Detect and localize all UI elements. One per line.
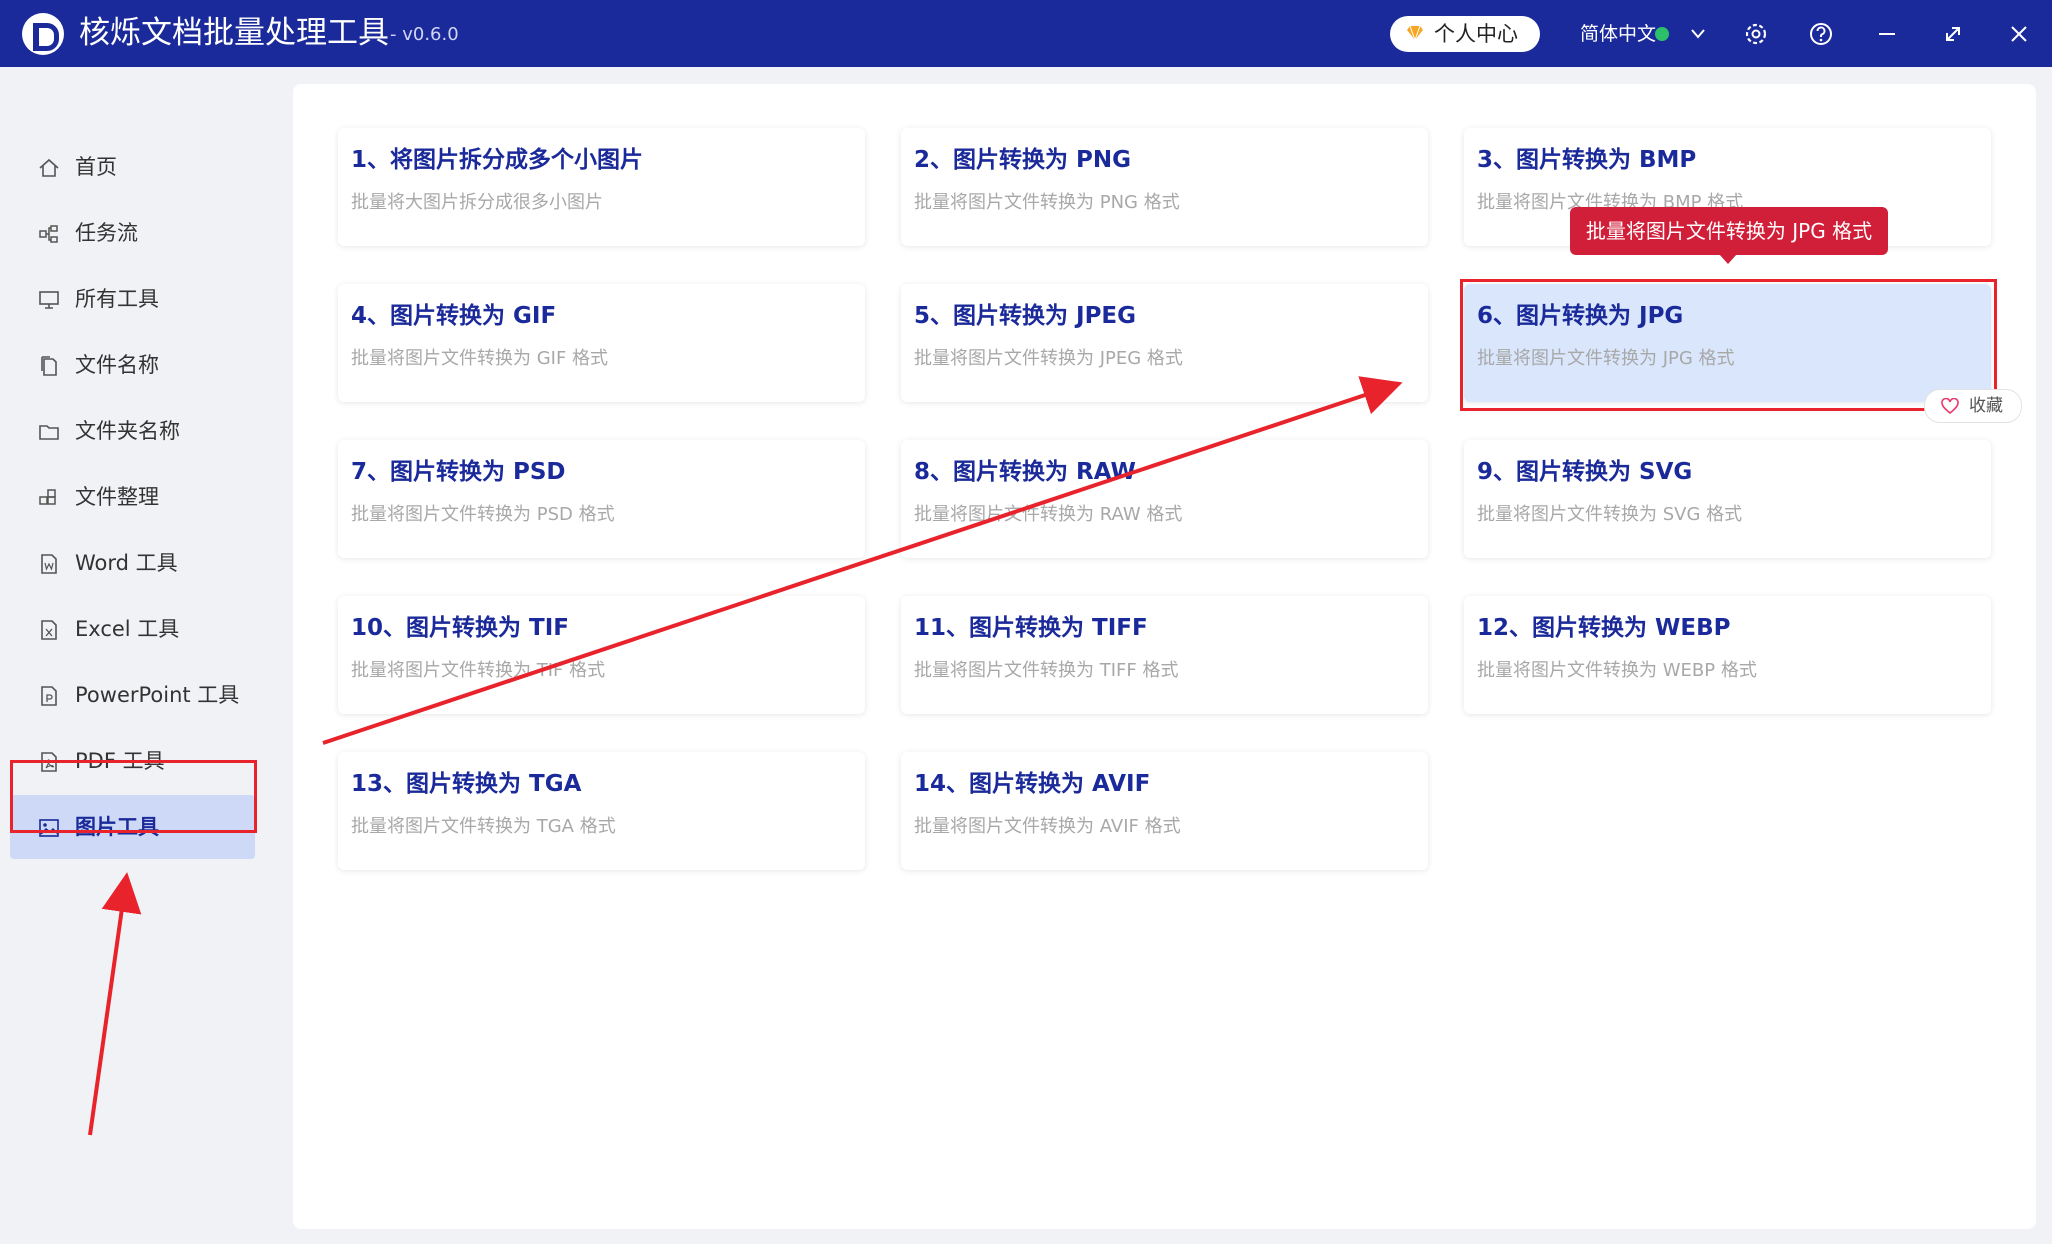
tool-card-title: 9、图片转换为 SVG xyxy=(1477,459,1693,485)
folder-icon xyxy=(39,425,59,440)
tool-card-to-psd[interactable]: 7、图片转换为 PSD 批量将图片文件转换为 PSD 格式 xyxy=(338,440,865,558)
tool-card-to-webp[interactable]: 12、图片转换为 WEBP 批量将图片文件转换为 WEBP 格式 xyxy=(1464,596,1991,714)
sidebar-item-folder-name[interactable]: 文件夹名称 xyxy=(10,399,255,463)
file-copy-icon xyxy=(41,356,57,376)
tool-card-to-jpeg[interactable]: 5、图片转换为 JPEG 批量将图片文件转换为 JPEG 格式 xyxy=(901,284,1428,402)
sidebar-item-file-name[interactable]: 文件名称 xyxy=(10,333,255,397)
tool-card-desc: 批量将图片文件转换为 AVIF 格式 xyxy=(914,816,1181,837)
sidebar-item-label: 首页 xyxy=(75,155,117,179)
tool-card-desc: 批量将图片文件转换为 TIFF 格式 xyxy=(914,660,1179,681)
tool-card-title: 14、图片转换为 AVIF xyxy=(914,771,1151,797)
sidebar-item-label: 所有工具 xyxy=(75,287,159,311)
app-title: 核烁文档批量处理工具 xyxy=(79,15,389,51)
monitor-icon xyxy=(39,291,59,309)
sidebar-item-file-organize[interactable]: 文件整理 xyxy=(10,465,255,529)
sidebar-highlight-box xyxy=(10,760,257,833)
sidebar-item-label: Excel 工具 xyxy=(75,617,180,641)
sidebar-item-label: PowerPoint 工具 xyxy=(75,683,240,707)
organize-icon xyxy=(39,489,56,505)
tool-card-title: 10、图片转换为 TIF xyxy=(351,615,569,641)
maximize-icon[interactable] xyxy=(1937,18,1969,50)
excel-file-icon xyxy=(41,620,57,640)
sidebar-item-home[interactable]: 首页 xyxy=(10,135,255,199)
tool-card-desc: 批量将图片文件转换为 SVG 格式 xyxy=(1477,504,1743,525)
favorite-button[interactable]: 收藏 xyxy=(1924,389,2022,423)
chevron-down-icon[interactable] xyxy=(1690,24,1706,44)
user-center-label: 个人中心 xyxy=(1434,22,1518,46)
sidebar-item-powerpoint-tools[interactable]: PowerPoint 工具 xyxy=(10,663,255,727)
jpg-card-highlight-box xyxy=(1460,279,1997,411)
sidebar-item-label: Word 工具 xyxy=(75,551,178,575)
tool-card-title: 4、图片转换为 GIF xyxy=(351,303,557,329)
sidebar-item-label: 文件整理 xyxy=(75,485,159,509)
close-icon[interactable] xyxy=(2003,18,2035,50)
tool-card-image-split[interactable]: 1、将图片拆分成多个小图片 批量将大图片拆分成很多小图片 xyxy=(338,128,865,246)
globe-icon xyxy=(1655,27,1669,41)
tool-card-to-avif[interactable]: 14、图片转换为 AVIF 批量将图片文件转换为 AVIF 格式 xyxy=(901,752,1428,870)
tool-card-desc: 批量将图片文件转换为 JPEG 格式 xyxy=(914,348,1183,369)
app-logo-icon xyxy=(22,13,64,55)
tool-card-to-raw[interactable]: 8、图片转换为 RAW 批量将图片文件转换为 RAW 格式 xyxy=(901,440,1428,558)
settings-gear-icon[interactable] xyxy=(1740,18,1772,50)
tool-card-desc: 批量将图片文件转换为 PNG 格式 xyxy=(914,192,1180,213)
tool-card-desc: 批量将图片文件转换为 TGA 格式 xyxy=(351,816,616,837)
title-bar: 核烁文档批量处理工具 - v0.6.0 个人中心 简体中文 xyxy=(0,0,2052,67)
sidebar-item-excel-tools[interactable]: Excel 工具 xyxy=(10,597,255,661)
tool-card-title: 5、图片转换为 JPEG xyxy=(914,303,1137,329)
tool-card-to-svg[interactable]: 9、图片转换为 SVG 批量将图片文件转换为 SVG 格式 xyxy=(1464,440,1991,558)
tool-card-title: 11、图片转换为 TIFF xyxy=(914,615,1148,641)
app-version: - v0.6.0 xyxy=(390,24,459,45)
workflow-icon xyxy=(39,225,58,243)
home-icon xyxy=(39,158,59,177)
vip-gem-icon xyxy=(1407,26,1423,40)
tool-card-desc: 批量将图片文件转换为 PSD 格式 xyxy=(351,504,615,525)
tool-card-title: 1、将图片拆分成多个小图片 xyxy=(351,147,644,173)
tool-card-to-tga[interactable]: 13、图片转换为 TGA 批量将图片文件转换为 TGA 格式 xyxy=(338,752,865,870)
sidebar-item-label: 任务流 xyxy=(75,221,138,245)
tool-card-title: 2、图片转换为 PNG xyxy=(914,147,1131,173)
ppt-file-icon xyxy=(41,686,57,706)
tooltip: 批量将图片文件转换为 JPG 格式 xyxy=(1570,207,1888,264)
sidebar-item-all-tools[interactable]: 所有工具 xyxy=(10,267,255,331)
tool-card-to-tif[interactable]: 10、图片转换为 TIF 批量将图片文件转换为 TIF 格式 xyxy=(338,596,865,714)
language-selector[interactable]: 简体中文 xyxy=(1580,21,1656,47)
help-icon[interactable] xyxy=(1805,18,1837,50)
tool-card-desc: 批量将图片文件转换为 TIF 格式 xyxy=(351,660,606,681)
sidebar-item-label: 文件名称 xyxy=(75,353,159,377)
sidebar-item-workflow[interactable]: 任务流 xyxy=(10,201,255,265)
tool-card-desc: 批量将图片文件转换为 RAW 格式 xyxy=(914,504,1183,525)
tool-card-desc: 批量将大图片拆分成很多小图片 xyxy=(351,192,603,213)
tool-card-title: 8、图片转换为 RAW xyxy=(914,459,1136,485)
tool-card-to-gif[interactable]: 4、图片转换为 GIF 批量将图片文件转换为 GIF 格式 xyxy=(338,284,865,402)
tool-card-to-tiff[interactable]: 11、图片转换为 TIFF 批量将图片文件转换为 TIFF 格式 xyxy=(901,596,1428,714)
tool-card-title: 13、图片转换为 TGA xyxy=(351,771,582,797)
sidebar: 首页 任务流 所有工具 文件名称 文件夹名称 文件整理 Word 工具 Exce… xyxy=(0,67,285,1244)
sidebar-item-label: 文件夹名称 xyxy=(75,419,180,443)
tool-card-title: 3、图片转换为 BMP xyxy=(1477,147,1697,173)
sidebar-item-word-tools[interactable]: Word 工具 xyxy=(10,531,255,595)
main-content: 1、将图片拆分成多个小图片 批量将大图片拆分成很多小图片 2、图片转换为 PNG… xyxy=(293,84,2036,1229)
minimize-icon[interactable] xyxy=(1871,18,1903,50)
tooltip-text: 批量将图片文件转换为 JPG 格式 xyxy=(1585,219,1873,243)
tool-card-desc: 批量将图片文件转换为 WEBP 格式 xyxy=(1477,660,1757,681)
tool-card-title: 7、图片转换为 PSD xyxy=(351,459,566,485)
user-center-button[interactable]: 个人中心 xyxy=(1390,16,1540,52)
favorite-label: 收藏 xyxy=(1969,396,2003,416)
tool-card-to-png[interactable]: 2、图片转换为 PNG 批量将图片文件转换为 PNG 格式 xyxy=(901,128,1428,246)
tool-card-title: 12、图片转换为 WEBP xyxy=(1477,615,1731,641)
word-file-icon xyxy=(41,554,57,574)
heart-icon xyxy=(1941,398,1959,414)
tool-card-desc: 批量将图片文件转换为 GIF 格式 xyxy=(351,348,609,369)
